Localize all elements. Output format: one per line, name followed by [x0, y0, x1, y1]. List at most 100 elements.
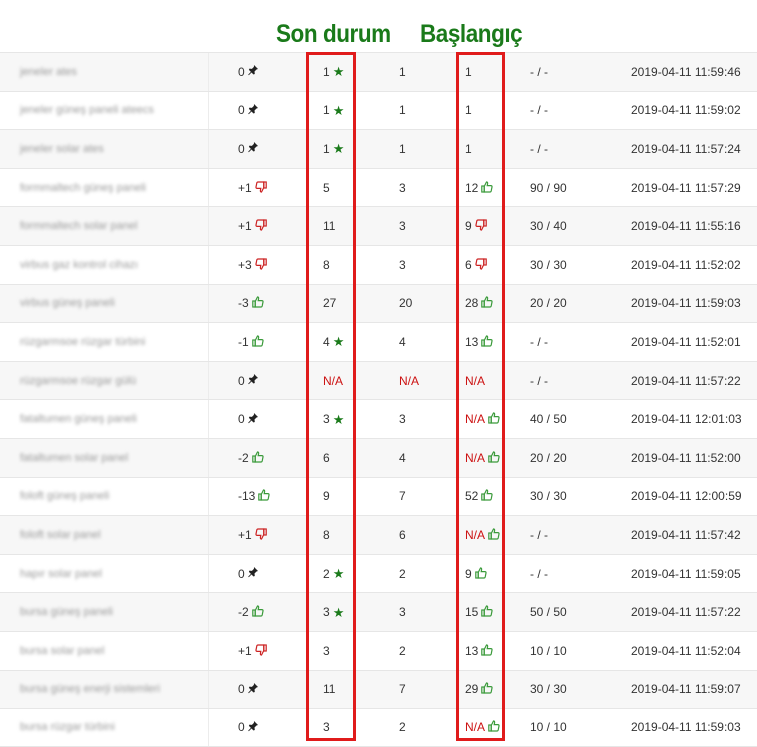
table-row[interactable]: virbus güneş paneli -3 27 20 28 20 / 20 2019-0… [0, 283, 757, 323]
start-rank-cell-text: 1 [465, 103, 472, 118]
current-rank-cell-text: 3 [323, 643, 330, 658]
previous-rank-cell: 2 [399, 632, 406, 670]
thumb-up-icon [481, 180, 493, 195]
table-row[interactable]: jeneler ates 0 1 ★ 1 1- / -2019-04-11 11:59:4… [0, 52, 757, 91]
pin-icon [247, 374, 258, 387]
current-rank-cell: 1 ★ [323, 130, 344, 168]
thumb-down-icon [255, 528, 267, 542]
table-row[interactable]: hapır solar panel 0 2 ★ 2 9- / -2019-04-11 11… [0, 553, 757, 593]
previous-rank-cell-text: 3 [399, 180, 406, 195]
previous-rank-cell: 3 [399, 169, 406, 207]
column-divider [208, 91, 209, 130]
current-rank-cell-text: N/A [323, 373, 344, 388]
date-cell-text: 2019-04-11 11:59:02 [631, 103, 741, 118]
table-row[interactable]: fataltumen güneş paneli 0 3 ★ 3 N/A 40 / 50 201… [0, 399, 757, 438]
previous-rank-cell: 20 [399, 285, 412, 323]
current-rank-cell: 1 ★ [323, 53, 344, 91]
table-row[interactable]: fataltumen solar panel -2 6 4 N/A 20 / 20 2019… [0, 437, 757, 477]
previous-rank-cell-text: 1 [399, 64, 406, 79]
current-rank-cell: 27 [323, 285, 336, 323]
target-cell-text: - / - [530, 566, 548, 581]
keyword-cell-text: rüzgarmsoe rüzgar türbini [20, 335, 146, 348]
rank-change-cell-text: 0 [238, 64, 245, 79]
thumb-up-icon [488, 412, 500, 426]
keyword-cell: bursa güneş paneli [20, 593, 113, 631]
table-row[interactable]: jeneler güneş paneli ateecs 0 1 ★ 1 1- / -201… [0, 90, 757, 130]
keyword-cell: jeneler ates [20, 53, 77, 91]
current-rank-cell: 3 [323, 632, 330, 670]
start-rank-cell-text: 12 [465, 180, 479, 195]
pin-icon [247, 65, 258, 78]
target-cell: - / - [530, 362, 548, 400]
rank-change-cell-text: 0 [238, 141, 245, 156]
date-cell-text: 2019-04-11 11:57:24 [631, 141, 741, 156]
previous-rank-cell: 7 [399, 478, 406, 516]
thumb-up-icon [488, 720, 500, 734]
current-rank-cell: 8 [323, 516, 330, 554]
current-rank-cell-text: 8 [323, 257, 330, 272]
keyword-cell: bursa güneş enerji sistemleri [20, 671, 160, 709]
start-rank-cell-text: N/A [465, 527, 486, 542]
target-cell: - / - [530, 323, 548, 361]
rank-change-cell: +1 [238, 632, 267, 670]
thumb-up-icon [481, 335, 493, 349]
previous-rank-cell: N/A [399, 362, 419, 400]
column-divider [208, 207, 209, 245]
column-divider [208, 709, 209, 746]
keyword-cell: bursa rüzgar türbini [20, 709, 115, 746]
previous-rank-cell: 3 [399, 593, 406, 631]
date-cell-text: 2019-04-11 11:52:02 [631, 257, 741, 272]
rank-change-cell: +1 [238, 516, 267, 554]
table-row[interactable]: rüzgarmsoe rüzgar gülü 0 N/A N/A N/A - / - 201… [0, 360, 757, 400]
table-row[interactable]: foloft güneş paneli -13 9 7 52 30 / 30 2019-04… [0, 476, 757, 516]
table-row[interactable]: rüzgarmsoe rüzgar türbini -1 4 ★ 4 13- / -201… [0, 322, 757, 361]
keyword-cell: foloft güneş paneli [20, 478, 109, 516]
table-row[interactable]: bursa solar panel +1 3 2 13 10 / 10 2019-04-11… [0, 630, 757, 670]
date-cell: 2019-04-11 11:52:02 [631, 246, 741, 284]
current-rank-cell-text: 11 [323, 682, 336, 697]
rank-change-cell-text: +1 [238, 643, 252, 658]
pin-icon [247, 103, 258, 117]
keyword-cell-text: jeneler güneş paneli ateecs [20, 104, 154, 117]
date-cell: 2019-04-11 11:59:03 [631, 709, 741, 746]
thumb-up-icon [488, 451, 500, 465]
start-rank-cell: 6 [465, 246, 487, 284]
current-rank-cell: 3 [323, 709, 330, 746]
current-rank-cell-text: 3 [323, 720, 330, 735]
table-row[interactable]: formmaltech solar panel +1 11 3 9 30 / 40 2019… [0, 206, 757, 245]
previous-rank-cell-text: 7 [399, 682, 406, 697]
star-icon: ★ [332, 334, 345, 350]
table-row[interactable]: bursa güneş paneli -2 3 ★ 3 15 50 / 50 2019-04-… [0, 592, 757, 631]
rank-change-cell: 0 [238, 53, 258, 91]
start-rank-cell-text: 6 [465, 257, 472, 272]
table-row[interactable]: foloft solar panel +1 8 6 N/A - / - 2019-04-11… [0, 515, 757, 554]
current-rank-cell-text: 1 [323, 64, 330, 79]
target-cell: 10 / 10 [530, 632, 567, 670]
current-rank-cell: 6 [323, 439, 330, 477]
date-cell-text: 2019-04-11 11:57:42 [631, 527, 741, 542]
previous-rank-cell-text: 2 [399, 720, 406, 735]
start-rank-cell: 1 [465, 130, 472, 168]
column-divider [208, 130, 209, 168]
table-row[interactable]: jeneler solar ates 0 1 ★ 1 1- / -2019-04-11 1… [0, 129, 757, 168]
rank-change-cell: +1 [238, 207, 267, 245]
table-row[interactable]: bursa güneş enerji sistemleri 0 11 7 29 30 / … [0, 669, 757, 709]
table-row[interactable]: virbus gaz kontrol cihazı +3 8 3 6 30 / 30 201… [0, 244, 757, 284]
start-rank-cell: 28 [465, 285, 493, 323]
date-cell: 2019-04-11 11:57:22 [631, 593, 741, 631]
thumb-up-icon [481, 605, 493, 619]
target-cell: 20 / 20 [530, 285, 567, 323]
start-rank-cell-text: 13 [465, 334, 479, 349]
table-row[interactable]: formmaltech güneş paneli +1 5 3 12 90 / 90 201… [0, 167, 757, 207]
previous-rank-cell-text: 3 [399, 257, 406, 272]
rank-change-cell: 0 [238, 709, 258, 746]
target-cell-text: 30 / 30 [530, 682, 567, 697]
date-cell-text: 2019-04-11 11:59:03 [631, 296, 741, 311]
keyword-cell-text: bursa güneş enerji sistemleri [20, 683, 161, 696]
rank-change-cell: -2 [238, 439, 264, 477]
rank-change-cell: 0 [238, 362, 258, 400]
rank-change-cell-text: -2 [238, 605, 249, 620]
previous-rank-cell: 2 [399, 555, 406, 593]
rank-change-cell: -1 [238, 323, 264, 361]
date-cell-text: 2019-04-11 11:52:04 [631, 643, 741, 658]
